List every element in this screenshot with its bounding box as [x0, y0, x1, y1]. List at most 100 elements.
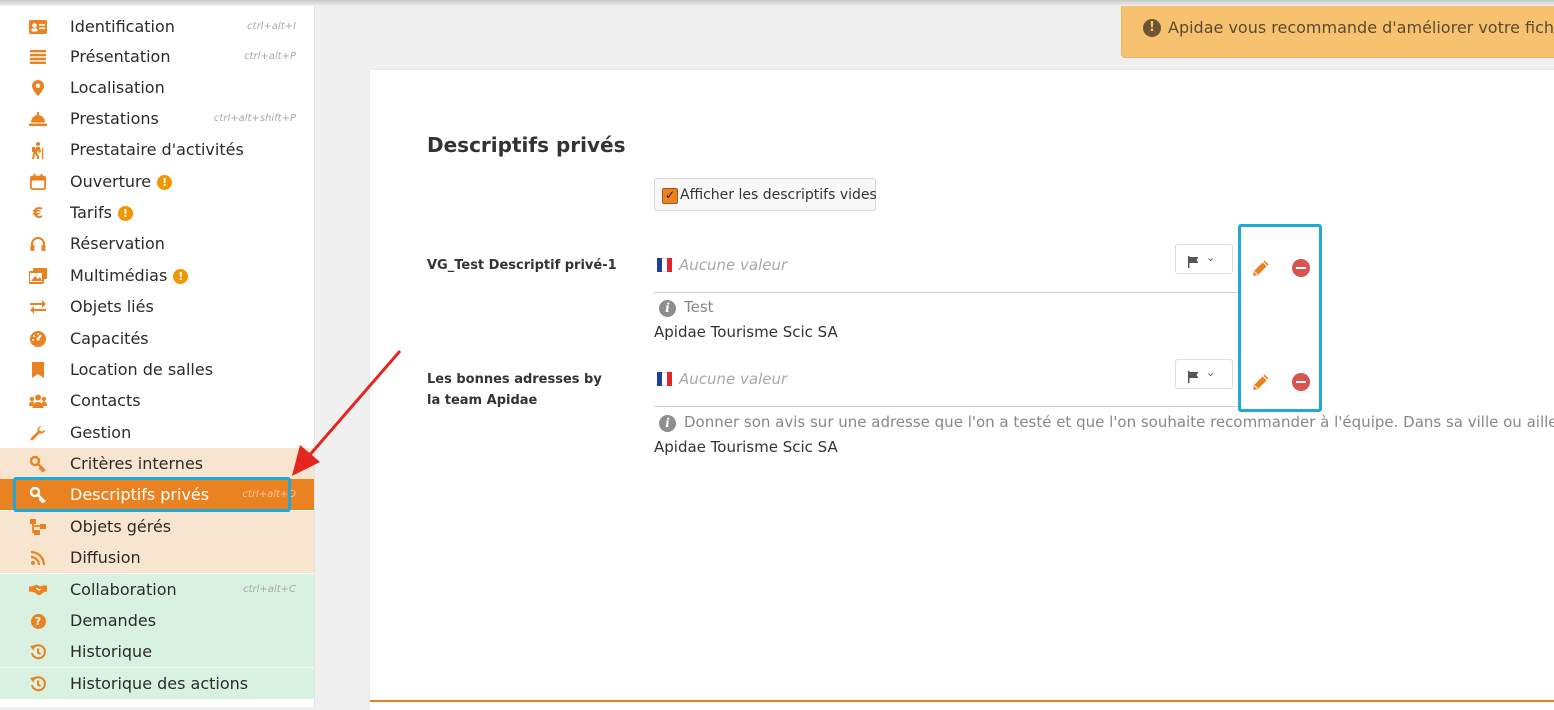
field-info-text: Test — [684, 298, 714, 316]
sidebar-item-label: Tarifs! — [70, 203, 133, 222]
field-value-placeholder[interactable]: Aucune valeur — [679, 256, 787, 274]
shortcut-hint: ctrl+alt+shift+P — [213, 113, 296, 124]
sidebar-item-label: Localisation — [70, 78, 165, 97]
sidebar-item-prestations[interactable]: Prestations ctrl+alt+shift+P — [0, 103, 314, 134]
sidebar-item-ouverture[interactable]: Ouverture! — [0, 166, 314, 197]
images-icon — [29, 267, 47, 285]
language-dropdown[interactable]: ⌄ — [1175, 244, 1233, 274]
flag-icon — [1188, 368, 1200, 387]
sidebar-item-criteres-internes[interactable]: Critères internes — [0, 448, 314, 479]
sidebar-item-presentation[interactable]: Présentation ctrl+alt+P — [0, 41, 314, 72]
warning-badge: ! — [157, 175, 173, 190]
sidebar-item-label: Multimédias! — [70, 266, 189, 285]
id-card-icon — [29, 18, 47, 36]
calendar-icon — [29, 173, 47, 191]
field-value-placeholder[interactable]: Aucune valeur — [679, 370, 787, 388]
sidebar-item-prestataire-activites[interactable]: Prestataire d'activités — [0, 134, 314, 165]
info-icon: i — [659, 415, 676, 432]
sidebar-item-label: Identification — [70, 17, 175, 36]
sidebar-item-label: Objets liés — [70, 297, 154, 316]
sidebar-item-label: Demandes — [70, 611, 157, 630]
show-empty-toggle[interactable]: ✓ Afficher les descriptifs vides — [654, 178, 877, 211]
key-icon — [29, 455, 47, 473]
sidebar-item-label: Capacités — [70, 329, 149, 348]
exclamation-icon: ! — [1143, 19, 1161, 37]
chevron-down-icon: ⌄ — [1206, 251, 1216, 264]
alert-text: Apidae vous recommande d'améliorer votre… — [1168, 18, 1554, 37]
sidebar-item-diffusion[interactable]: Diffusion — [0, 542, 314, 573]
sidebar-item-label: Présentation — [70, 47, 171, 66]
warning-badge: ! — [173, 269, 189, 284]
sidebar-item-label: Prestations — [70, 109, 159, 128]
sitemap-icon — [29, 518, 47, 536]
sidebar-item-location-salles[interactable]: Location de salles — [0, 354, 314, 385]
sidebar-item-objets-lies[interactable]: Objets liés — [0, 291, 314, 322]
sidebar-item-label: Ouverture! — [70, 172, 173, 191]
history-icon — [29, 643, 47, 661]
sidebar-item-reservation[interactable]: Réservation — [0, 228, 314, 259]
field-info-text: Donner son avis sur une adresse que l'on… — [684, 413, 1554, 431]
sidebar-item-demandes[interactable]: ? Demandes — [0, 605, 314, 636]
sidebar-highlight-box — [13, 477, 291, 512]
question-circle-icon: ? — [29, 612, 47, 630]
sidebar-item-capacites[interactable]: Capacités — [0, 323, 314, 354]
rss-icon — [29, 549, 47, 567]
bottom-accent-line — [370, 700, 1554, 702]
sidebar-item-label: Objets gérés — [70, 517, 172, 536]
recommendation-alert[interactable]: ! Apidae vous recommande d'améliorer vot… — [1121, 2, 1554, 58]
history-icon — [29, 675, 47, 693]
sidebar-item-objets-geres[interactable]: Objets gérés — [0, 511, 314, 542]
lines-icon — [29, 48, 47, 66]
sidebar-item-label: Gestion — [70, 423, 132, 442]
sidebar-item-label: Diffusion — [70, 548, 141, 567]
sidebar-item-label: Contacts — [70, 391, 141, 410]
field-underline — [654, 292, 1238, 293]
actions-highlight-box — [1238, 224, 1322, 412]
info-icon: i — [659, 300, 676, 317]
sidebar-item-localisation[interactable]: Localisation — [0, 72, 314, 103]
sidebar-item-label: Prestataire d'activités — [70, 140, 244, 159]
show-empty-label: Afficher les descriptifs vides — [680, 187, 877, 203]
sidebar-item-historique-actions[interactable]: Historique des actions — [0, 668, 314, 699]
shortcut-hint: ctrl+alt+I — [247, 21, 296, 32]
map-pin-icon — [29, 79, 47, 97]
exchange-icon — [29, 298, 47, 316]
gauge-icon — [29, 330, 47, 348]
field-label: VG_Test Descriptif privé-1 — [427, 258, 617, 273]
checkbox-checked-icon[interactable]: ✓ — [662, 188, 678, 204]
field-label: Les bonnes adresses by la team Apidae — [427, 372, 602, 408]
bookmark-icon — [29, 361, 47, 379]
sidebar-item-multimedias[interactable]: Multimédias! — [0, 260, 314, 291]
shortcut-hint: ctrl+alt+P — [244, 51, 296, 62]
sidebar-nav: Identification ctrl+alt+I Présentation c… — [0, 0, 315, 707]
sidebar-item-contacts[interactable]: Contacts — [0, 385, 314, 416]
service-bell-icon — [29, 110, 47, 128]
language-dropdown[interactable]: ⌄ — [1175, 359, 1233, 389]
wrench-icon — [29, 424, 47, 442]
headset-icon — [29, 235, 47, 253]
sidebar-item-label: Réservation — [70, 234, 165, 253]
page-title: Descriptifs privés — [427, 133, 626, 157]
annotation-arrow — [292, 350, 402, 476]
sidebar-item-identification[interactable]: Identification ctrl+alt+I — [0, 11, 314, 42]
warning-badge: ! — [117, 206, 133, 221]
chevron-down-icon: ⌄ — [1206, 366, 1216, 379]
french-flag-icon — [657, 258, 672, 272]
handshake-icon — [29, 581, 47, 599]
sidebar-item-gestion[interactable]: Gestion — [0, 417, 314, 448]
sidebar-item-label: Collaboration — [70, 580, 177, 599]
shortcut-hint: ctrl+alt+C — [243, 584, 296, 595]
users-icon — [29, 392, 47, 410]
sidebar-item-label: Location de salles — [70, 360, 214, 379]
sidebar-item-historique[interactable]: Historique — [0, 636, 314, 667]
euro-icon: € — [32, 204, 44, 222]
french-flag-icon — [657, 372, 672, 386]
field-owner: Apidae Tourisme Scic SA — [654, 438, 838, 456]
sidebar-item-label: Historique — [70, 642, 153, 661]
hiker-icon — [29, 141, 47, 159]
sidebar-item-label: Critères internes — [70, 454, 204, 473]
sidebar-item-collaboration[interactable]: Collaboration ctrl+alt+C — [0, 574, 314, 605]
sidebar-item-tarifs[interactable]: € Tarifs! — [0, 197, 314, 228]
flag-icon — [1188, 253, 1200, 272]
top-shadow — [0, 0, 1554, 6]
